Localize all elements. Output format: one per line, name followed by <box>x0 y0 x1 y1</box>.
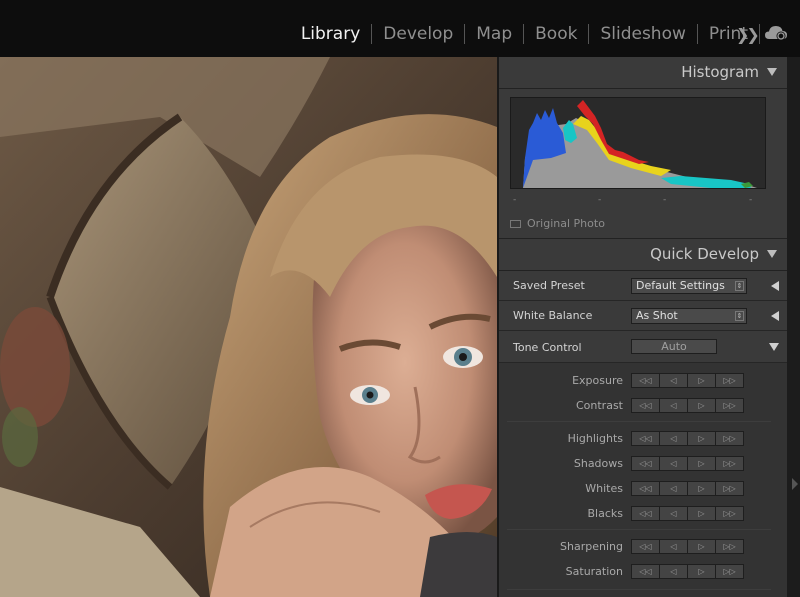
histogram-tick: - <box>663 195 667 205</box>
right-panel: Histogram - - - - Original Photo Quick D… <box>497 57 787 597</box>
exposure-increase-button[interactable]: ▷ <box>687 373 716 388</box>
disclosure-triangle-icon[interactable] <box>771 311 779 321</box>
blacks-label: Blacks <box>587 507 624 520</box>
contrast-row: Contrast ◁◁ ◁ ▷ ▷▷ <box>499 397 771 415</box>
white-balance-value: As Shot <box>636 309 678 322</box>
cloud-sync-icon[interactable] <box>764 24 788 42</box>
right-panel-edge <box>787 57 800 597</box>
contrast-label: Contrast <box>575 399 623 412</box>
histogram-header[interactable]: Histogram <box>499 57 787 89</box>
blacks-big-increase-button[interactable]: ▷▷ <box>715 506 744 521</box>
whites-big-increase-button[interactable]: ▷▷ <box>715 481 744 496</box>
tone-adjustments: Exposure ◁◁ ◁ ▷ ▷▷ Contrast ◁◁ ◁ ▷ ▷▷ Hi… <box>499 363 787 597</box>
white-balance-label: White Balance <box>513 309 593 322</box>
divider <box>507 529 771 530</box>
histogram-tick: - <box>513 195 517 205</box>
exposure-label: Exposure <box>572 374 623 387</box>
exposure-big-increase-button[interactable]: ▷▷ <box>715 373 744 388</box>
exposure-big-decrease-button[interactable]: ◁◁ <box>631 373 660 388</box>
sharpening-big-increase-button[interactable]: ▷▷ <box>715 539 744 554</box>
sharpening-big-decrease-button[interactable]: ◁◁ <box>631 539 660 554</box>
histogram-graph <box>510 97 766 189</box>
shadows-row: Shadows ◁◁ ◁ ▷ ▷▷ <box>499 455 771 473</box>
original-photo-toggle[interactable]: Original Photo <box>510 217 605 230</box>
whites-row: Whites ◁◁ ◁ ▷ ▷▷ <box>499 480 771 498</box>
white-balance-select[interactable]: As Shot ⇕ <box>631 308 747 324</box>
module-picker-bar: Library Develop Map Book Slideshow Print… <box>0 0 800 57</box>
collapse-triangle-icon[interactable] <box>767 68 777 76</box>
white-balance-row: White Balance As Shot ⇕ <box>499 301 787 331</box>
module-tabs: Library Develop Map Book Slideshow Print <box>290 22 760 46</box>
contrast-decrease-button[interactable]: ◁ <box>659 398 688 413</box>
saved-preset-row: Saved Preset Default Settings ⇕ <box>499 271 787 301</box>
tab-slideshow[interactable]: Slideshow <box>589 23 696 45</box>
shadows-increase-button[interactable]: ▷ <box>687 456 716 471</box>
blacks-big-decrease-button[interactable]: ◁◁ <box>631 506 660 521</box>
highlights-big-decrease-button[interactable]: ◁◁ <box>631 431 660 446</box>
sharpening-label: Sharpening <box>560 540 623 553</box>
histogram-panel: - - - - Original Photo <box>499 89 787 239</box>
highlights-big-increase-button[interactable]: ▷▷ <box>715 431 744 446</box>
shadows-big-increase-button[interactable]: ▷▷ <box>715 456 744 471</box>
blacks-decrease-button[interactable]: ◁ <box>659 506 688 521</box>
saved-preset-select[interactable]: Default Settings ⇕ <box>631 278 747 294</box>
exposure-decrease-button[interactable]: ◁ <box>659 373 688 388</box>
spinner-icon: ⇕ <box>735 311 744 321</box>
tone-control-row: Tone Control Auto <box>499 331 787 363</box>
photo-image <box>0 57 497 597</box>
histogram-curves <box>523 100 757 188</box>
contrast-increase-button[interactable]: ▷ <box>687 398 716 413</box>
tab-map[interactable]: Map <box>465 23 523 45</box>
sharpening-row: Sharpening ◁◁ ◁ ▷ ▷▷ <box>499 538 771 556</box>
panel-title: Quick Develop <box>650 245 759 263</box>
original-photo-label: Original Photo <box>527 217 605 230</box>
double-chevron-right-icon[interactable]: ❯❯ <box>736 25 760 44</box>
collapse-triangle-icon[interactable] <box>767 250 777 258</box>
highlights-label: Highlights <box>567 432 623 445</box>
exposure-row: Exposure ◁◁ ◁ ▷ ▷▷ <box>499 372 771 390</box>
quick-develop-header[interactable]: Quick Develop <box>499 239 787 271</box>
divider <box>507 421 771 422</box>
shadows-big-decrease-button[interactable]: ◁◁ <box>631 456 660 471</box>
tone-control-label: Tone Control <box>513 341 582 354</box>
saturation-row: Saturation ◁◁ ◁ ▷ ▷▷ <box>499 563 771 581</box>
tab-develop[interactable]: Develop <box>372 23 464 45</box>
photo-preview[interactable] <box>0 57 497 597</box>
original-photo-checkbox[interactable] <box>510 219 521 228</box>
highlights-decrease-button[interactable]: ◁ <box>659 431 688 446</box>
sharpening-increase-button[interactable]: ▷ <box>687 539 716 554</box>
saturation-increase-button[interactable]: ▷ <box>687 564 716 579</box>
histogram-tick: - <box>598 195 602 205</box>
saved-preset-label: Saved Preset <box>513 279 585 292</box>
whites-big-decrease-button[interactable]: ◁◁ <box>631 481 660 496</box>
histogram-tick: - <box>749 195 753 205</box>
saturation-decrease-button[interactable]: ◁ <box>659 564 688 579</box>
tab-book[interactable]: Book <box>524 23 588 45</box>
saturation-big-increase-button[interactable]: ▷▷ <box>715 564 744 579</box>
contrast-big-increase-button[interactable]: ▷▷ <box>715 398 744 413</box>
expand-panel-arrow-icon[interactable] <box>792 478 798 490</box>
blacks-increase-button[interactable]: ▷ <box>687 506 716 521</box>
whites-decrease-button[interactable]: ◁ <box>659 481 688 496</box>
blacks-row: Blacks ◁◁ ◁ ▷ ▷▷ <box>499 505 771 523</box>
disclosure-triangle-icon[interactable] <box>771 281 779 291</box>
contrast-big-decrease-button[interactable]: ◁◁ <box>631 398 660 413</box>
divider <box>507 589 771 590</box>
tab-separator <box>759 24 760 44</box>
saturation-label: Saturation <box>565 565 623 578</box>
whites-increase-button[interactable]: ▷ <box>687 481 716 496</box>
auto-tone-button[interactable]: Auto <box>631 339 717 354</box>
shadows-decrease-button[interactable]: ◁ <box>659 456 688 471</box>
whites-label: Whites <box>585 482 623 495</box>
shadows-label: Shadows <box>573 457 623 470</box>
highlights-increase-button[interactable]: ▷ <box>687 431 716 446</box>
panel-title: Histogram <box>681 63 759 81</box>
saved-preset-value: Default Settings <box>636 279 725 292</box>
spinner-icon: ⇕ <box>735 281 744 291</box>
highlights-row: Highlights ◁◁ ◁ ▷ ▷▷ <box>499 430 771 448</box>
saturation-big-decrease-button[interactable]: ◁◁ <box>631 564 660 579</box>
sharpening-decrease-button[interactable]: ◁ <box>659 539 688 554</box>
tab-library[interactable]: Library <box>290 23 371 45</box>
disclosure-triangle-icon[interactable] <box>769 343 779 351</box>
